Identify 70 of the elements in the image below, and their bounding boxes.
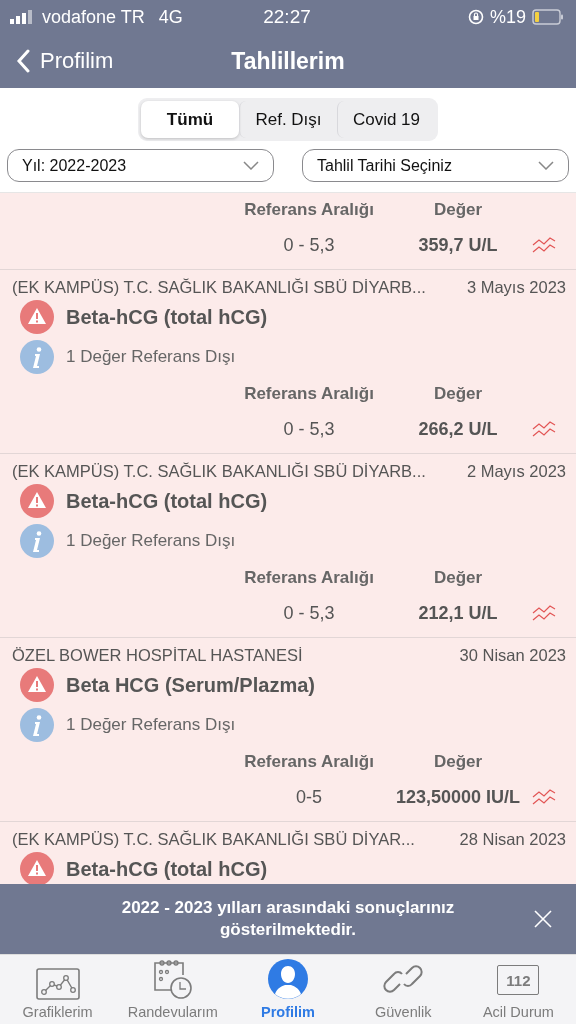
out-of-range-note: 1 Değer Referans Dışı bbox=[66, 715, 236, 735]
segment-tab[interactable]: Covid 19 bbox=[337, 101, 435, 138]
test-name: Beta-hCG (total hCG) bbox=[66, 857, 268, 881]
trend-chart-icon[interactable] bbox=[532, 236, 556, 254]
dropdown-field[interactable]: Tahlil Tarihi Seçiniz bbox=[302, 149, 569, 182]
info-icon bbox=[20, 524, 54, 558]
result-value: 266,2 U/L bbox=[418, 418, 498, 441]
chevron-down-icon bbox=[243, 161, 259, 170]
column-label: Referans Aralığı bbox=[244, 383, 374, 405]
tab-bar-item[interactable]: Randevularım bbox=[115, 955, 231, 1024]
carrier-name: vodafone TR bbox=[42, 6, 145, 28]
emergency-number-badge: 112 bbox=[497, 965, 540, 995]
reference-range: 0 - 5,3 bbox=[283, 418, 335, 441]
back-button[interactable]: Profilim bbox=[0, 48, 114, 74]
chevron-left-icon bbox=[16, 49, 30, 73]
test-name: Beta-hCG (total hCG) bbox=[66, 489, 268, 513]
toast-message: 2022 - 2023 yılları arasındaki sonuçlarınız gösterilmektedir. bbox=[120, 897, 456, 941]
trend-chart-icon[interactable] bbox=[532, 604, 556, 622]
battery-percent: %19 bbox=[490, 6, 526, 28]
out-of-range-note: 1 Değer Referans Dışı bbox=[66, 531, 236, 551]
tab-bar-item[interactable]: Profilim bbox=[230, 955, 346, 1024]
column-label: Referans Aralığı bbox=[244, 199, 374, 221]
out-of-range-note: 1 Değer Referans Dışı bbox=[66, 347, 236, 367]
reference-range: 0-5 bbox=[296, 786, 322, 809]
reference-range: 0 - 5,3 bbox=[283, 602, 335, 625]
column-label: Değer bbox=[433, 751, 483, 773]
result-value: 359,7 U/L bbox=[418, 234, 498, 257]
warning-icon bbox=[20, 300, 54, 334]
tab-bar-item[interactable]: Güvenlik bbox=[345, 955, 461, 1024]
screen-title: Tahlillerim bbox=[231, 47, 345, 74]
signal-icon bbox=[10, 10, 34, 24]
reference-range: 0 - 5,3 bbox=[283, 234, 335, 257]
info-icon bbox=[20, 340, 54, 374]
chevron-down-icon bbox=[538, 161, 554, 170]
dropdown-field[interactable]: Yıl: 2022-2023 bbox=[7, 149, 274, 182]
test-date: 30 Nisan 2023 bbox=[459, 646, 566, 665]
clock-time: 22:27 bbox=[263, 6, 311, 28]
warning-icon bbox=[20, 852, 54, 886]
column-label: Referans Aralığı bbox=[244, 751, 374, 773]
calendar-clock-icon bbox=[151, 958, 194, 1000]
result-value: 212,1 U/L bbox=[418, 602, 498, 625]
test-name: Beta-hCG (total hCG) bbox=[66, 305, 268, 329]
close-button[interactable] bbox=[532, 908, 554, 930]
info-icon bbox=[20, 708, 54, 742]
person-icon bbox=[267, 958, 309, 1000]
test-date: 3 Mayıs 2023 bbox=[466, 278, 566, 297]
result-value: 123,50000 IU/L bbox=[395, 786, 521, 809]
column-label: Değer bbox=[433, 383, 483, 405]
column-label: Değer bbox=[433, 567, 483, 589]
trend-chart-icon[interactable] bbox=[532, 420, 556, 438]
tab-bar-item[interactable]: 112 Acil Durum bbox=[460, 955, 576, 1024]
warning-icon bbox=[20, 668, 54, 702]
lab-name: (EK KAMPÜS) T.C. SAĞLIK BAKANLIĞI SBÜ DİYARB... bbox=[12, 462, 426, 481]
test-name: Beta HCG (Serum/Plazma) bbox=[66, 673, 315, 697]
column-label: Referans Aralığı bbox=[244, 567, 374, 589]
test-date: 28 Nisan 2023 bbox=[459, 830, 566, 849]
network-type: 4G bbox=[158, 6, 183, 28]
tab-bar-item[interactable]: Grafiklerim bbox=[0, 955, 116, 1024]
line-chart-icon bbox=[35, 968, 80, 1000]
battery-icon bbox=[532, 9, 564, 25]
lab-name: ÖZEL BOWER HOSPİTAL HASTANESİ bbox=[12, 646, 303, 665]
column-label: Değer bbox=[433, 199, 483, 221]
test-date: 2 Mayıs 2023 bbox=[466, 462, 566, 481]
warning-icon bbox=[20, 484, 54, 518]
lab-name: (EK KAMPÜS) T.C. SAĞLIK BAKANLIĞI SBÜ DİYAR... bbox=[12, 830, 415, 849]
segment-tab[interactable]: Tümü bbox=[141, 101, 239, 138]
rotation-lock-icon bbox=[468, 9, 484, 25]
lab-name: (EK KAMPÜS) T.C. SAĞLIK BAKANLIĞI SBÜ DİYARB... bbox=[12, 278, 426, 297]
trend-chart-icon[interactable] bbox=[532, 788, 556, 806]
segment-tab[interactable]: Ref. Dışı bbox=[239, 101, 337, 138]
